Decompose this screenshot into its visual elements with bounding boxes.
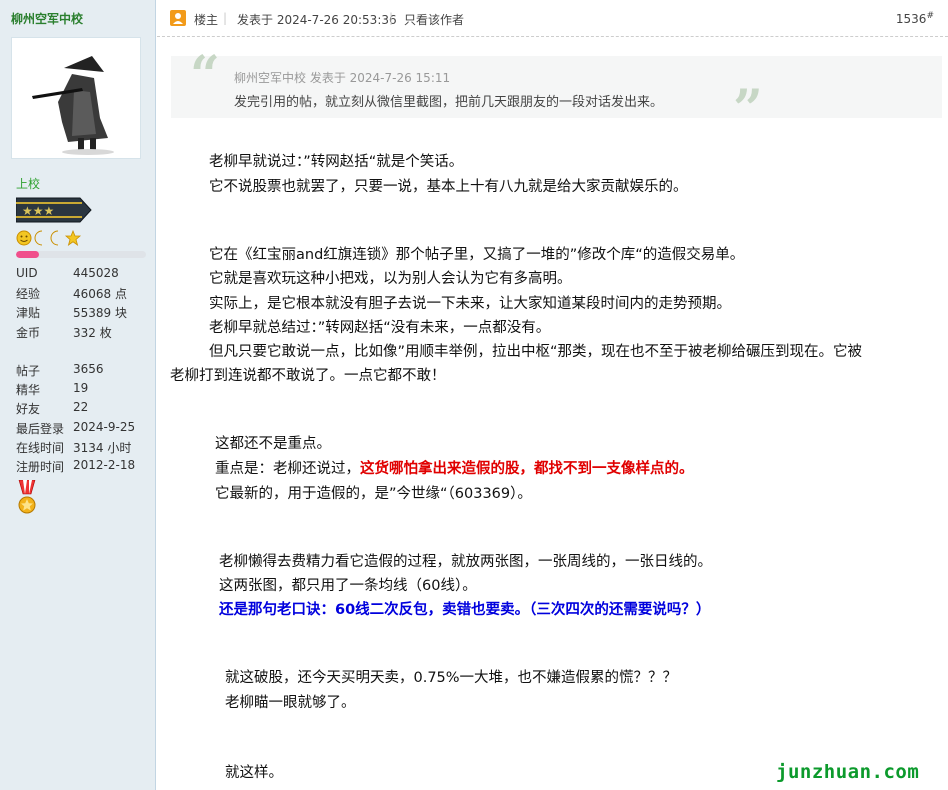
floor-number-value: 1536 [895, 12, 927, 26]
site-watermark: junzhuan.com [776, 761, 920, 783]
post-paragraph: 就这破股，还今天买明天卖，0.75%一大堆，也不嫌造假累的慌？？？ [225, 670, 678, 686]
stat-key: 在线时间 [16, 440, 65, 455]
stat-value[interactable]: 3134 小时 [73, 439, 131, 456]
stat-value[interactable]: 22 [73, 400, 88, 414]
post-paragraph: 它就是喜欢玩这种小把戏，以为别人会认为它有多高明。 [209, 271, 572, 287]
post-paragraph: 它最新的，用于造假的，是”今世缘“（603369）。 [215, 486, 532, 502]
post-paragraph: 老柳瞄一眼就够了。 [225, 695, 356, 711]
owner-label: 楼主 [194, 13, 219, 27]
post-paragraph: 老柳早就总结过：”转网赵括“没有未来，一点都没有。 [209, 320, 551, 336]
level-icons [16, 229, 82, 250]
open-quote-icon: “ [190, 45, 220, 106]
post-paragraph: 就这样。 [225, 765, 283, 781]
post-paragraph: 它在《红宝丽and红旗连锁》那个帖子里，又搞了一堆的”修改个库“的造假交易单。 [209, 247, 745, 263]
stat-value[interactable]: 55389 块 [73, 304, 127, 321]
post-timestamp: 发表于 2024-7-26 20:53:36 [237, 13, 397, 27]
stat-value[interactable]: 445028 [73, 266, 119, 280]
avatar-image [12, 38, 140, 158]
quote-meta: 柳州空军中校 发表于 2024-7-26 15:11 [234, 71, 451, 85]
stat-key: UID [16, 266, 38, 280]
post-paragraph: 老柳打到连说都不敢说了。一点它都不敢！ [170, 368, 446, 384]
svg-text:★★★: ★★★ [22, 204, 54, 218]
emphasis-blue-text: 还是那句老口诀：60线二次反包，卖错也要卖。（三次四次的还需要说吗？） [219, 602, 711, 618]
rank-title[interactable]: 上校 [16, 175, 40, 192]
post-paragraph: 这都还不是重点。 [215, 436, 331, 452]
stat-value[interactable]: 19 [73, 381, 88, 395]
stat-value[interactable]: 2024-9-25 [73, 420, 135, 434]
stat-key: 注册时间 [16, 460, 65, 474]
post-paragraph: 它不说股票也就罢了，只要一说，基本上十有八九就是给大家贡献娱乐的。 [209, 179, 688, 195]
stat-key: 最后登录 [16, 421, 65, 436]
stat-key: 经验 [16, 287, 41, 302]
author-sidebar: 柳州空军中校 上校 ★★★ UID 445028 经验 46068 点 津贴 5… [0, 0, 156, 790]
thread-owner-icon [170, 10, 186, 30]
post-header: 楼主 | 发表于 2024-7-26 20:53:36 | 只看该作者 1536… [157, 0, 948, 37]
author-avatar[interactable] [11, 37, 141, 159]
post-paragraph: 实际上，是它根本就没有胆子去说一下未来，让大家知道某段时间内的走势预期。 [209, 296, 731, 312]
level-progress-bar [16, 251, 146, 258]
post-paragraph: 老柳懒得去费精力看它造假的过程，就放两张图，一张周线的，一张日线的。 [219, 554, 712, 570]
stat-key: 好友 [16, 402, 41, 417]
close-quote-icon: ” [733, 79, 763, 140]
floor-number-sup: # [926, 11, 934, 21]
medal-icon[interactable] [16, 479, 38, 520]
header-separator: | [223, 11, 228, 25]
rank-insignia-icon: ★★★ [15, 196, 92, 228]
post-paragraph: 这两张图，都只用了一条均线（60线）。 [219, 578, 477, 594]
only-author-link[interactable]: 只看该作者 [404, 11, 464, 28]
stat-value[interactable]: 3656 [73, 362, 104, 376]
author-username[interactable]: 柳州空军中校 [11, 10, 83, 27]
stat-key: 精华 [16, 383, 41, 398]
emphasis-red-text: 这货哪怕拿出来造假的股，都找不到一支像样点的。 [360, 461, 694, 477]
quote-block: “ 柳州空军中校 发表于 2024-7-26 15:11 发完引用的帖，就立刻从… [171, 50, 942, 136]
quote-body: 发完引用的帖，就立刻从微信里截图，把前几天跟朋友的一段对话发出来。 [234, 95, 664, 110]
stat-key: 帖子 [16, 364, 41, 378]
level-progress-fill [16, 251, 40, 258]
post-paragraph: 重点是：老柳还说过，这货哪怕拿出来造假的股，都找不到一支像样点的。 [215, 459, 694, 479]
stat-value[interactable]: 332 枚 [73, 324, 112, 341]
floor-number[interactable]: 1536# [896, 11, 934, 26]
stat-key: 金币 [16, 325, 41, 340]
post-paragraph: 老柳早就说过：”转网赵括“就是个笑话。 [209, 154, 464, 170]
stat-value[interactable]: 46068 点 [73, 285, 127, 302]
stat-key: 津贴 [16, 306, 41, 321]
header-separator: | [389, 11, 394, 25]
emphasis-prefix: 重点是：老柳还说过， [215, 461, 360, 477]
post-paragraph: 但凡只要它敢说一点，比如像”用顺丰举例，拉出中枢“那类，现在也不至于被老柳给碾压… [209, 344, 863, 360]
stat-value[interactable]: 2012-2-18 [73, 458, 135, 472]
